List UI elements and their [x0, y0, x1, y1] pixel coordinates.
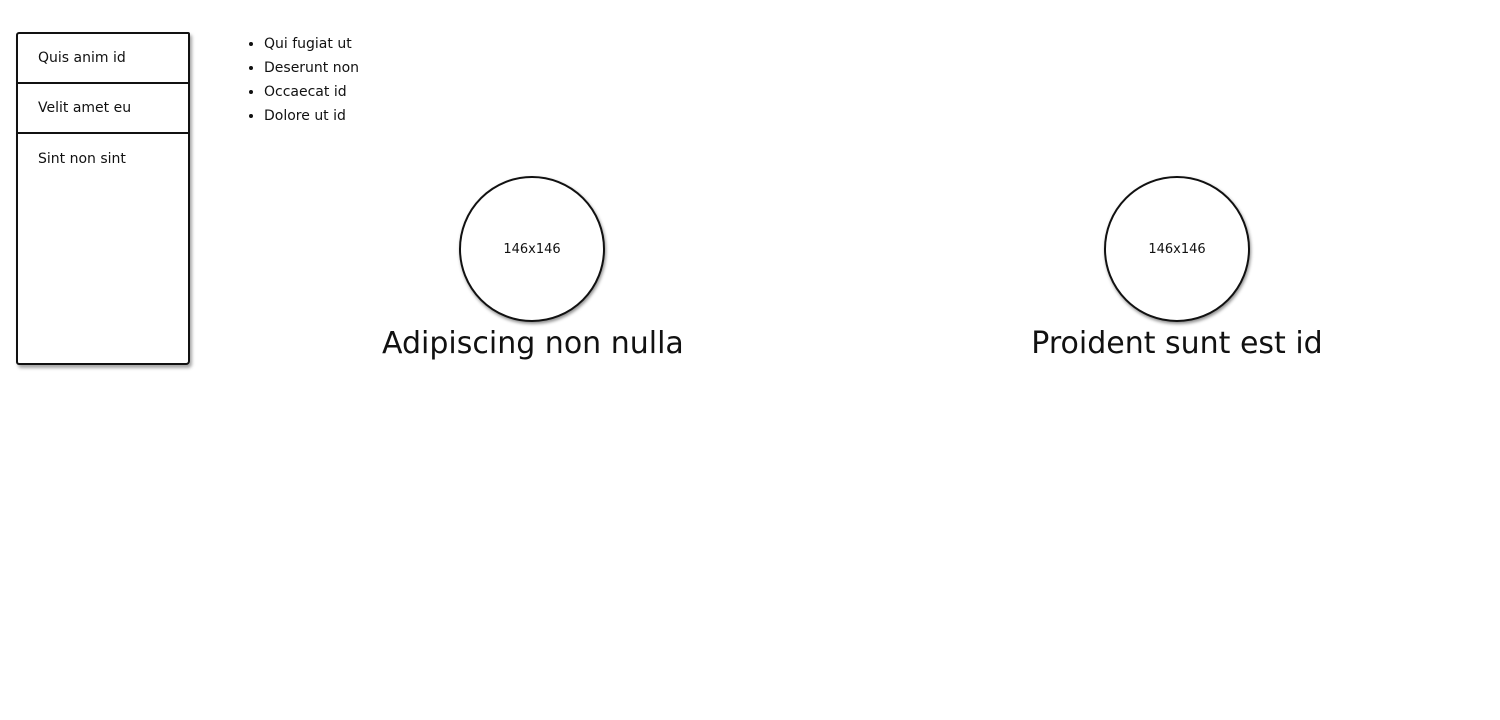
- nav-item-quis-anim-id[interactable]: Quis anim id: [18, 34, 188, 84]
- nav-item-velit-amet-eu[interactable]: Velit amet eu: [18, 84, 188, 134]
- image-caption: Proident sunt est id: [1031, 326, 1323, 361]
- list-item: Qui fugiat ut: [264, 32, 359, 56]
- image-card-left: 146x146 Adipiscing non nulla: [382, 176, 684, 362]
- nav-item-label: Sint non sint: [38, 151, 126, 167]
- image-placeholder-label: 146x146: [503, 241, 561, 257]
- image-placeholder: 146x146: [1104, 176, 1250, 322]
- bullet-list: Qui fugiat ut Deserunt non Occaecat id D…: [242, 32, 359, 128]
- image-placeholder-label: 146x146: [1148, 241, 1206, 257]
- list-item: Occaecat id: [264, 80, 359, 104]
- list-item: Deserunt non: [264, 56, 359, 80]
- image-card-right: 146x146 Proident sunt est id: [1027, 176, 1327, 362]
- nav-item-sint-non-sint[interactable]: Sint non sint: [18, 134, 188, 184]
- image-caption: Adipiscing non nulla: [382, 326, 684, 361]
- list-item: Dolore ut id: [264, 104, 359, 128]
- nav-item-label: Quis anim id: [38, 50, 126, 66]
- image-placeholder: 146x146: [459, 176, 605, 322]
- nav-item-label: Velit amet eu: [38, 100, 132, 116]
- nav-panel: Quis anim id Velit amet eu Sint non sint: [16, 32, 190, 365]
